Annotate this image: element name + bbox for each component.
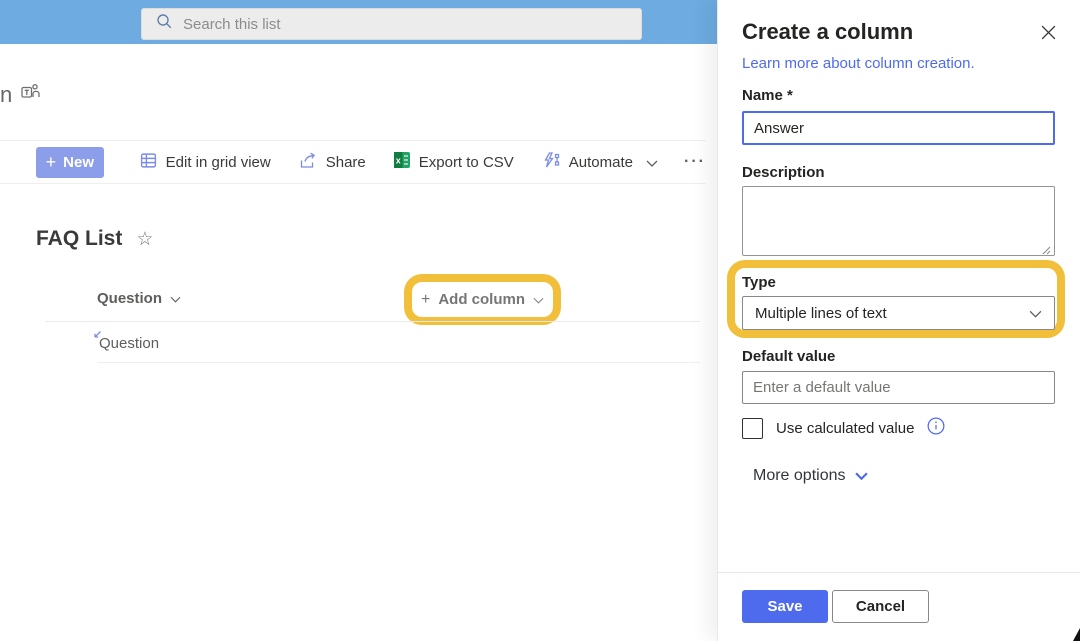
plus-icon: + <box>46 152 57 173</box>
edit-in-grid-view-button[interactable]: Edit in grid view <box>140 152 271 173</box>
page-title: FAQ List <box>36 227 122 251</box>
favorite-star-icon[interactable]: ☆ <box>136 228 153 251</box>
use-calculated-value-checkbox[interactable] <box>742 418 763 439</box>
table-row-divider <box>97 362 700 363</box>
automate-icon <box>542 152 560 172</box>
use-calculated-value-label: Use calculated value <box>776 420 914 437</box>
export-to-csv-label: Export to CSV <box>419 154 514 171</box>
calculated-value-row: Use calculated value <box>742 417 945 440</box>
chevron-down-icon <box>1029 305 1042 322</box>
panel-title: Create a column <box>742 19 913 45</box>
add-column-label: Add column <box>438 291 525 308</box>
close-icon[interactable] <box>1040 24 1057 46</box>
share-label: Share <box>326 154 366 171</box>
table-header-divider <box>45 321 700 322</box>
default-value-label: Default value <box>742 348 835 365</box>
description-label: Description <box>742 164 825 181</box>
share-button[interactable]: Share <box>299 152 366 173</box>
table-row-question-cell[interactable]: Question <box>99 335 159 352</box>
column-header-label: Question <box>97 290 162 307</box>
description-textarea[interactable] <box>742 186 1055 256</box>
overflow-menu-button[interactable]: ··· <box>684 153 706 171</box>
search-input[interactable] <box>183 16 613 33</box>
edit-in-grid-view-label: Edit in grid view <box>166 154 271 171</box>
automate-label: Automate <box>569 154 633 171</box>
type-dropdown-value: Multiple lines of text <box>755 305 887 322</box>
search-icon <box>156 13 173 35</box>
new-button-label: New <box>63 154 94 171</box>
new-button[interactable]: + New <box>36 147 104 178</box>
list-title-row: FAQ List ☆ <box>36 226 153 251</box>
more-options-button[interactable]: More options <box>753 467 868 485</box>
cancel-button[interactable]: Cancel <box>832 590 929 623</box>
chevron-down-icon <box>855 467 868 485</box>
site-title-row: n <box>0 82 41 108</box>
share-icon <box>299 152 317 173</box>
chevron-down-icon <box>170 290 181 307</box>
create-column-panel: Create a column Learn more about column … <box>717 0 1080 641</box>
export-to-csv-button[interactable]: x Export to CSV <box>394 152 514 172</box>
plus-icon: + <box>421 291 430 309</box>
type-dropdown[interactable]: Multiple lines of text <box>742 296 1055 330</box>
type-label: Type <box>742 274 776 291</box>
sharepoint-list-page: n + New <box>0 0 1080 641</box>
save-button[interactable]: Save <box>742 590 828 623</box>
name-label: Name * <box>742 87 793 104</box>
footer-divider <box>718 572 1080 573</box>
teams-icon <box>21 83 41 107</box>
automate-button[interactable]: Automate <box>542 152 658 172</box>
chevron-down-icon <box>646 154 658 171</box>
name-field[interactable] <box>742 111 1055 145</box>
main-area: n + New <box>0 0 717 641</box>
excel-icon: x <box>394 152 410 172</box>
learn-more-link[interactable]: Learn more about column creation. <box>742 55 975 72</box>
column-header-question[interactable]: Question <box>97 290 181 307</box>
chevron-down-icon <box>533 291 544 308</box>
grid-icon <box>140 152 157 173</box>
svg-text:x: x <box>395 156 400 166</box>
top-search-bar <box>0 0 717 44</box>
add-column-button-highlighted[interactable]: + Add column <box>404 274 561 325</box>
info-icon[interactable] <box>927 417 945 440</box>
command-bar: + New Edit in grid view <box>0 140 706 184</box>
search-box[interactable] <box>141 8 642 40</box>
partial-site-title: n <box>0 82 12 108</box>
more-options-label: More options <box>753 467 846 485</box>
default-value-field[interactable] <box>742 371 1055 404</box>
